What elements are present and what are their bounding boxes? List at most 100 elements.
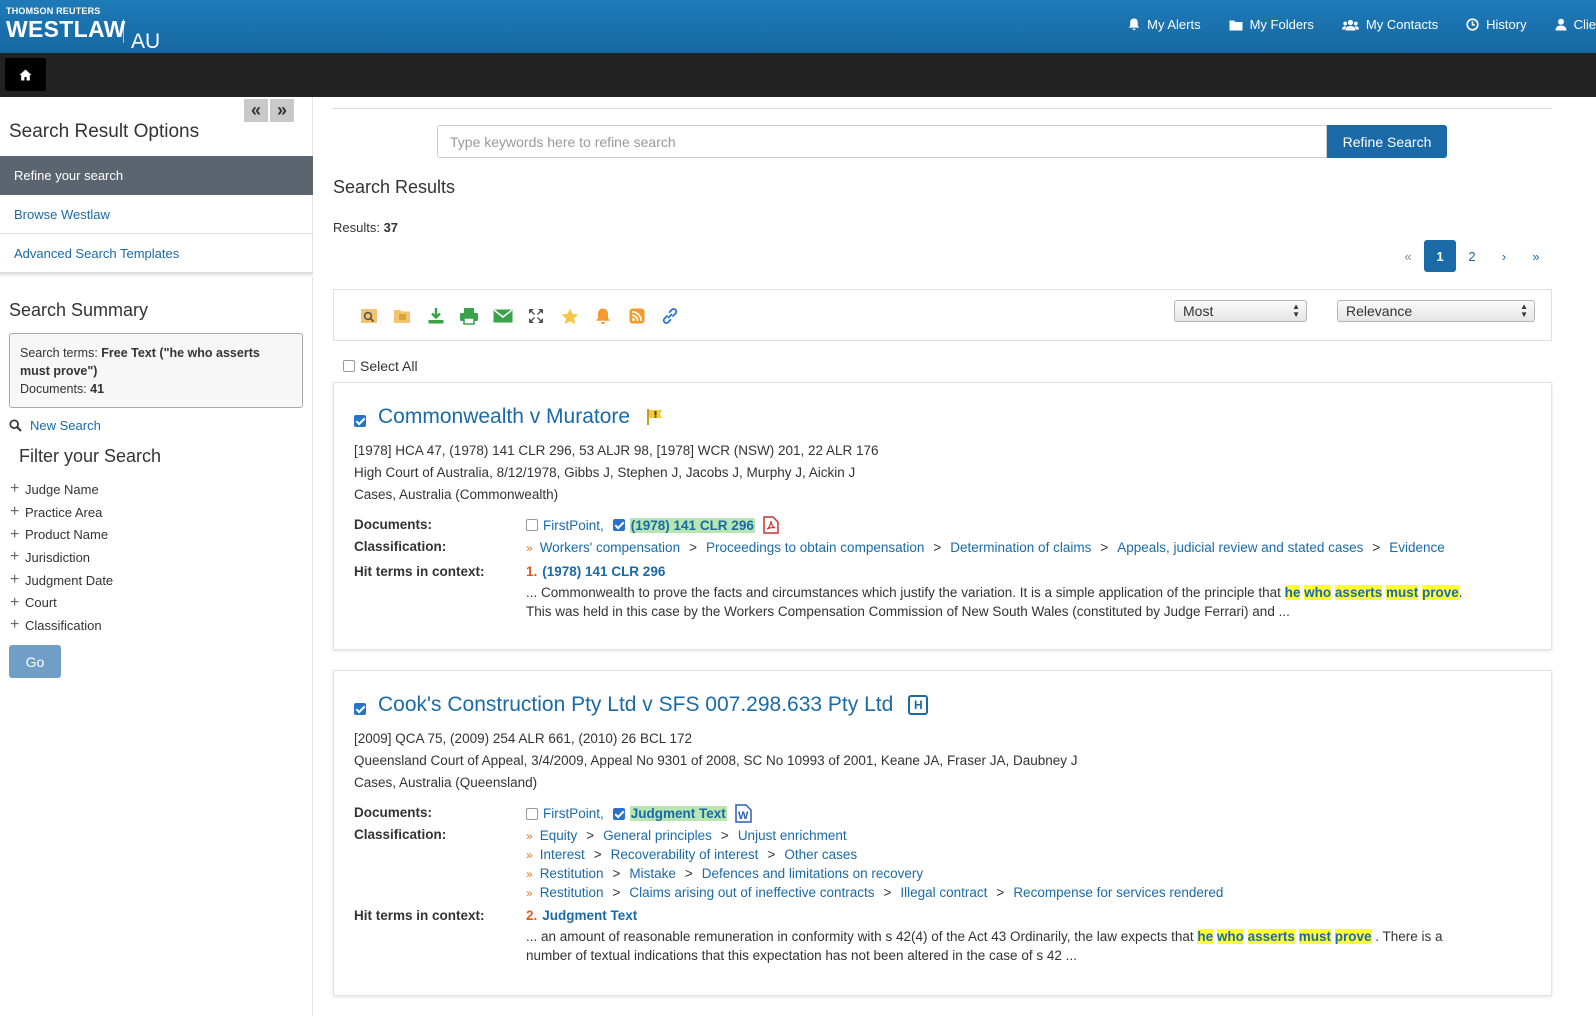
hit-title-link[interactable]: (1978) 141 CLR 296 [542,564,665,579]
filter-label: Jurisdiction [25,549,91,565]
doc-main-checkbox[interactable] [612,519,625,531]
toolbar-download-button[interactable] [419,304,453,328]
classification-link[interactable]: Interest [540,847,585,862]
home-button[interactable] [5,58,46,91]
doc-main-checkbox[interactable] [612,807,625,820]
nav-my-contacts[interactable]: My Contacts [1341,17,1438,32]
menu-refine-your-search[interactable]: Refine your search [0,156,313,195]
page-first[interactable]: « [1392,240,1424,272]
results-per-page-select[interactable]: Most ▲ ▼ [1174,300,1307,322]
sort-select[interactable]: Relevance ▲ ▼ [1337,300,1535,322]
toolbar-print-button[interactable] [453,304,487,328]
word-doc-icon[interactable]: W [735,804,752,823]
brand-region: AU [131,30,161,53]
classification-link[interactable]: Claims arising out of ineffective contra… [629,885,874,900]
filter-court[interactable]: + Court [10,591,113,614]
page-last[interactable]: » [1520,240,1552,272]
nav-client[interactable]: Clie [1555,17,1596,32]
classification-link[interactable]: Defences and limitations on recovery [702,866,923,881]
classification-link[interactable]: Restitution [540,885,604,900]
classification-link[interactable]: Illegal contract [900,885,987,900]
top-header: THOMSON REUTERS WESTLAW AU My Alerts My … [0,0,1596,53]
expand-icon [529,309,544,323]
firstpoint-checkbox[interactable] [526,807,538,820]
new-search-link[interactable]: New Search [9,418,101,433]
link-icon [663,308,678,324]
hit-heading: 1. (1978) 141 CLR 296 [526,564,665,579]
result-title[interactable]: Commonwealth v Muratore [378,405,630,429]
classification-link[interactable]: Equity [540,828,578,843]
westlaw-logo[interactable]: THOMSON REUTERS WESTLAW AU [6,6,160,53]
filter-judge-name[interactable]: + Judge Name [10,478,113,501]
folder-icon [1229,20,1243,30]
classification-link[interactable]: Evidence [1389,540,1445,555]
nav-label: My Folders [1249,17,1314,32]
select-all[interactable]: Select All [343,358,418,374]
classification-link[interactable]: Recoverability of interest [611,847,759,862]
double-chevron-left-icon: « [250,100,261,120]
classification-link[interactable]: Unjust enrichment [738,828,847,843]
toolbar-star-button[interactable] [553,304,587,328]
toolbar-link-button[interactable] [654,304,688,328]
classification-link[interactable]: Other cases [784,847,857,862]
breadcrumb-separator: > [883,885,892,900]
nav-history[interactable]: History [1466,17,1527,32]
contacts-icon [1341,19,1359,30]
menu-advanced-search-templates[interactable]: Advanced Search Templates [0,234,313,273]
snippet-text: number of textual indications that this … [526,948,1077,963]
history-badge-icon[interactable]: H [908,695,929,715]
page-2[interactable]: 2 [1456,240,1488,272]
result-checkbox[interactable] [354,703,366,715]
classification-link[interactable]: Mistake [629,866,676,881]
doc-firstpoint-link[interactable]: FirstPoint, [543,806,604,821]
doc-main-link[interactable]: (1978) 141 CLR 296 [629,517,755,533]
classification-link[interactable]: Restitution [540,866,604,881]
filter-classification[interactable]: + Classification [10,614,113,637]
filter-practice-area[interactable]: + Practice Area [10,501,113,524]
toolbar-search-within-button[interactable] [352,304,386,328]
nav-my-alerts[interactable]: My Alerts [1128,17,1201,32]
toolbar-expand-button[interactable] [520,304,554,328]
filter-product-name[interactable]: + Product Name [10,523,113,546]
brand-divider [123,19,124,43]
pdf-icon[interactable] [763,516,779,534]
hit-term: he [1197,929,1214,944]
collapse-left-button[interactable]: « [244,99,268,122]
refine-search-input[interactable]: Type keywords here to refine search [437,125,1327,158]
classification-link[interactable]: Proceedings to obtain compensation [706,540,924,555]
nav-label: My Alerts [1147,17,1201,32]
filter-judgment-date[interactable]: + Judgment Date [10,569,113,592]
result-citation: [1978] HCA 47, (1978) 141 CLR 296, 53 AL… [354,443,879,458]
bell-icon [596,308,611,324]
hit-term: asserts [1247,929,1295,944]
collapse-right-button[interactable]: » [270,99,294,122]
toolbar-alert-button[interactable] [587,304,621,328]
toolbar-email-button[interactable] [486,304,520,328]
filter-jurisdiction[interactable]: + Jurisdiction [10,546,113,569]
page-next[interactable]: › [1488,240,1520,272]
toolbar-rss-button[interactable] [620,304,654,328]
go-button[interactable]: Go [9,645,61,678]
results-value: 37 [383,220,399,235]
select-all-checkbox[interactable] [343,360,355,372]
hit-term: asserts [1334,585,1383,600]
classification-link[interactable]: Appeals, judicial review and stated case… [1117,540,1363,555]
doc-main-link[interactable]: Judgment Text [629,806,727,821]
toolbar-save-folder-button[interactable] [386,304,420,328]
refine-search-button[interactable]: Refine Search [1327,125,1447,158]
flag-icon[interactable] [646,408,664,426]
classification-link[interactable]: General principles [603,828,712,843]
documents-label: Documents: [354,805,433,820]
result-checkbox[interactable] [354,415,366,427]
doc-firstpoint-link[interactable]: FirstPoint, [543,518,604,533]
classification-link[interactable]: Recompense for services rendered [1013,885,1223,900]
menu-divider [0,273,313,277]
menu-browse-westlaw[interactable]: Browse Westlaw [0,195,313,234]
page-1[interactable]: 1 [1424,240,1456,272]
result-title[interactable]: Cook's Construction Pty Ltd v SFS 007.29… [378,693,893,717]
hit-title-link[interactable]: Judgment Text [542,908,637,923]
nav-my-folders[interactable]: My Folders [1229,17,1314,32]
firstpoint-checkbox[interactable] [526,519,538,531]
classification-link[interactable]: Determination of claims [950,540,1091,555]
classification-link[interactable]: Workers' compensation [540,540,680,555]
